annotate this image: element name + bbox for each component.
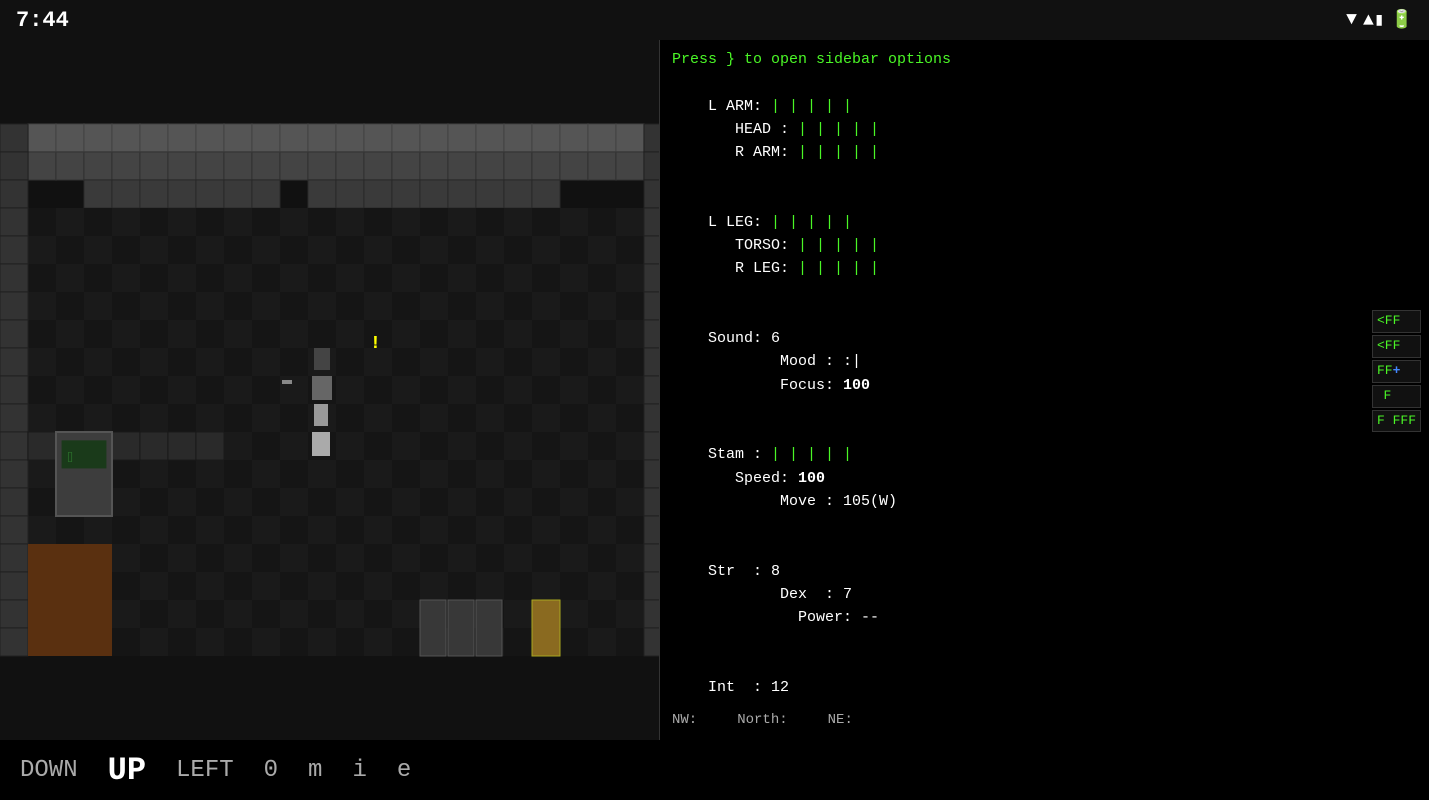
game-canvas	[0, 40, 660, 740]
compass-ne: NE:	[828, 712, 853, 728]
sound-mood-focus-row: Sound: 6 Mood : :| Focus: 100	[672, 304, 1417, 420]
press-hint: Press } to open sidebar options	[672, 48, 1417, 71]
scroll-btn-1[interactable]: <FF	[1372, 310, 1421, 333]
game-viewport[interactable]	[0, 40, 660, 740]
status-icons: ▼ ▲▮ 🔋	[1346, 9, 1413, 31]
str-dex-power-row: Str : 8 Dex : 7 Power: --	[672, 536, 1417, 652]
body-row-2: L LEG: | | | | | TORSO: | | | | | R LEG:…	[672, 188, 1417, 304]
stam-speed-move-row: Stam : | | | | | Speed: 100 Move : 105(W…	[672, 420, 1417, 536]
scroll-btn-2[interactable]: <FF	[1372, 335, 1421, 358]
ctrl-down[interactable]: DOWN	[20, 757, 78, 784]
ctrl-up[interactable]: UP	[108, 752, 146, 789]
clock: 7:44	[16, 8, 69, 33]
scroll-btn-4[interactable]: F	[1372, 385, 1421, 408]
wifi-icon: ▼	[1346, 10, 1357, 30]
scroll-buttons[interactable]: <FF <FF FF+ F F FFF	[1372, 310, 1421, 432]
compass-bar: NW: North: NE:	[660, 700, 1429, 740]
battery-icon: 🔋	[1391, 9, 1413, 31]
ctrl-m[interactable]: m	[308, 757, 322, 784]
compass-north: North:	[737, 712, 787, 728]
ctrl-i[interactable]: i	[352, 757, 366, 784]
ctrl-e[interactable]: e	[397, 757, 411, 784]
scroll-btn-5[interactable]: F FFF	[1372, 410, 1421, 433]
bottom-controls-bar: DOWN UP LEFT 0 m i e	[0, 740, 1429, 800]
stats-panel: Press } to open sidebar options L ARM: |…	[660, 40, 1429, 740]
ctrl-left[interactable]: LEFT	[176, 757, 234, 784]
signal-icon: ▲▮	[1363, 9, 1385, 31]
scroll-btn-3[interactable]: FF+	[1372, 360, 1421, 383]
ctrl-0[interactable]: 0	[264, 757, 278, 784]
compass-nw: NW:	[672, 712, 697, 728]
status-bar: 7:44 ▼ ▲▮ 🔋	[0, 0, 1429, 40]
body-row-1: L ARM: | | | | | HEAD : | | | | | R ARM:…	[672, 71, 1417, 187]
